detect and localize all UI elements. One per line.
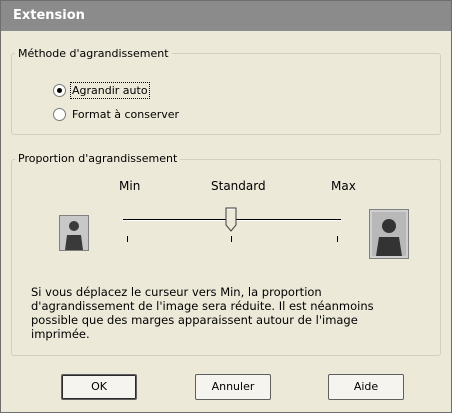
scale-label-min: Min (119, 179, 141, 193)
radio-button-unchecked[interactable] (53, 108, 66, 121)
radio-button-checked[interactable] (53, 84, 66, 97)
small-person-icon (59, 215, 89, 251)
slider-tick-min (127, 236, 128, 242)
proportion-slider[interactable] (119, 207, 345, 251)
slider-tick-max (337, 236, 338, 242)
slider-thumb[interactable] (225, 207, 237, 233)
title-bar: Extension (1, 1, 451, 31)
window-title: Extension (13, 8, 85, 23)
method-group-label: Méthode d'agrandissement (15, 47, 172, 60)
help-button-label: Aide (353, 380, 379, 393)
ok-button-label: OK (91, 380, 107, 393)
radio-label-agrandir-auto: Agrandir auto (70, 82, 150, 99)
cancel-button-label: Annuler (211, 380, 255, 393)
radio-label-format-a-conserver: Format à conserver (72, 108, 180, 121)
scale-label-max: Max (331, 179, 356, 193)
large-person-icon (369, 209, 409, 259)
help-button[interactable]: Aide (328, 374, 404, 400)
cancel-button[interactable]: Annuler (195, 374, 271, 400)
proportion-group-label: Proportion d'agrandissement (15, 152, 181, 165)
radio-format-a-conserver[interactable]: Format à conserver (53, 108, 179, 121)
description-text: Si vous déplacez le curseur vers Min, la… (31, 285, 374, 341)
extension-dialog: Extension Méthode d'agrandissement Agran… (0, 0, 452, 413)
slider-tick-mid (231, 236, 232, 242)
ok-button[interactable]: OK (61, 374, 137, 400)
radio-agrandir-auto[interactable]: Agrandir auto (53, 82, 150, 99)
scale-label-standard: Standard (211, 179, 266, 193)
